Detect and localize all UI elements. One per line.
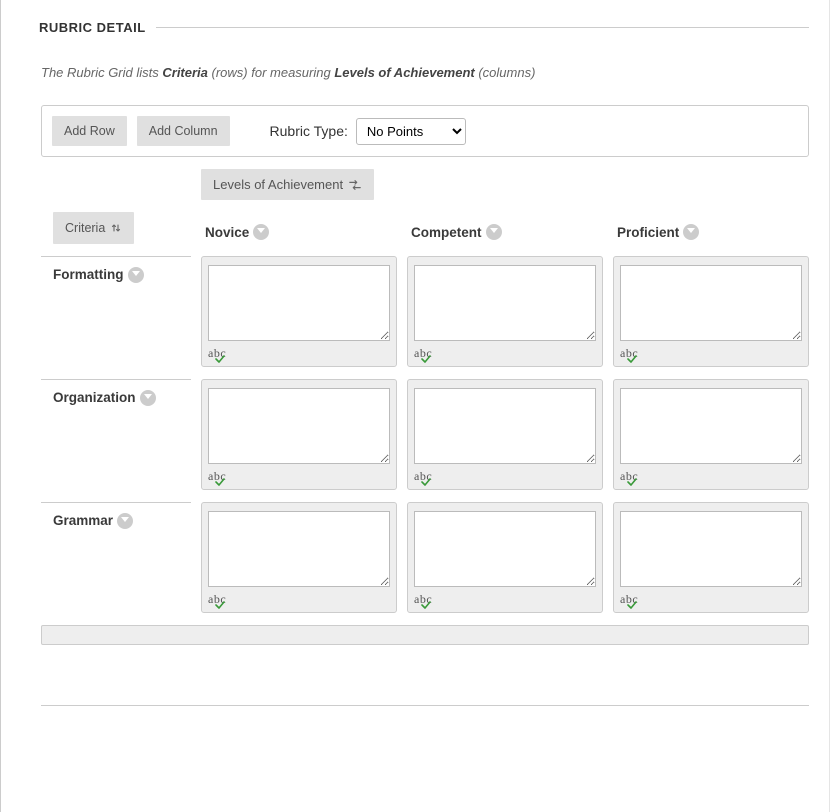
spellcheck-button[interactable]: abc xyxy=(620,345,802,362)
add-row-button[interactable]: Add Row xyxy=(52,116,127,146)
level-header: Competent xyxy=(407,224,603,244)
rubric-cell: abc xyxy=(201,256,397,367)
rubric-cell-textarea[interactable] xyxy=(208,511,390,587)
rubric-cell-textarea[interactable] xyxy=(208,265,390,341)
rubric-cell-textarea[interactable] xyxy=(414,511,596,587)
rubric-row: Grammar abc abc abc xyxy=(41,502,809,613)
rubric-description: The Rubric Grid lists Criteria (rows) fo… xyxy=(41,65,809,80)
check-icon xyxy=(627,476,637,486)
rubric-cell: abc xyxy=(613,502,809,613)
spellcheck-button[interactable]: abc xyxy=(208,591,390,608)
chevron-down-icon[interactable] xyxy=(683,224,699,240)
rubric-cell-textarea[interactable] xyxy=(208,388,390,464)
criteria-sort-button[interactable]: Criteria xyxy=(53,212,134,244)
rubric-cell: abc xyxy=(613,379,809,490)
spellcheck-button[interactable]: abc xyxy=(208,468,390,485)
rubric-row: Organization abc abc abc xyxy=(41,379,809,490)
sort-updown-icon xyxy=(110,222,122,234)
levels-of-achievement-button[interactable]: Levels of Achievement xyxy=(201,169,374,200)
chevron-down-icon[interactable] xyxy=(117,513,133,529)
rubric-toolbar: Add Row Add Column Rubric Type: No Point… xyxy=(41,105,809,157)
divider xyxy=(156,27,809,28)
criteria-name-label: Formatting xyxy=(53,267,124,282)
rubric-cell-textarea[interactable] xyxy=(620,388,802,464)
grid-footer-bar xyxy=(41,625,809,645)
rubric-cell-textarea[interactable] xyxy=(620,511,802,587)
level-name-label: Competent xyxy=(411,225,482,240)
rubric-cell-textarea[interactable] xyxy=(414,388,596,464)
check-icon xyxy=(421,476,431,486)
criteria-label: Grammar xyxy=(41,502,191,613)
check-icon xyxy=(627,353,637,363)
criteria-name-label: Organization xyxy=(53,390,136,405)
spellcheck-button[interactable]: abc xyxy=(414,468,596,485)
rubric-cell-textarea[interactable] xyxy=(620,265,802,341)
rubric-type-label: Rubric Type: xyxy=(270,123,348,139)
spellcheck-button[interactable]: abc xyxy=(620,468,802,485)
check-icon xyxy=(215,353,225,363)
spellcheck-button[interactable]: abc xyxy=(414,345,596,362)
criteria-name-label: Grammar xyxy=(53,513,113,528)
check-icon xyxy=(421,599,431,609)
check-icon xyxy=(215,476,225,486)
rubric-grid: Levels of Achievement Criteria Novice Com… xyxy=(41,169,809,645)
swap-arrows-icon xyxy=(348,178,362,192)
chevron-down-icon[interactable] xyxy=(253,224,269,240)
check-icon xyxy=(215,599,225,609)
spellcheck-button[interactable]: abc xyxy=(620,591,802,608)
rubric-cell: abc xyxy=(407,502,603,613)
section-title: RUBRIC DETAIL xyxy=(39,20,146,35)
criteria-label: Organization xyxy=(41,379,191,490)
rubric-cell: abc xyxy=(407,379,603,490)
rubric-cell-textarea[interactable] xyxy=(414,265,596,341)
rubric-cell: abc xyxy=(201,502,397,613)
rubric-type-select[interactable]: No Points xyxy=(356,118,466,145)
check-icon xyxy=(421,353,431,363)
rubric-cell: abc xyxy=(613,256,809,367)
level-header: Novice xyxy=(201,224,397,244)
check-icon xyxy=(627,599,637,609)
rubric-row: Formatting abc abc abc xyxy=(41,256,809,367)
level-name-label: Proficient xyxy=(617,225,679,240)
spellcheck-button[interactable]: abc xyxy=(414,591,596,608)
level-name-label: Novice xyxy=(205,225,249,240)
chevron-down-icon[interactable] xyxy=(486,224,502,240)
chevron-down-icon[interactable] xyxy=(128,267,144,283)
criteria-label: Formatting xyxy=(41,256,191,367)
rubric-cell: abc xyxy=(201,379,397,490)
rubric-cell: abc xyxy=(407,256,603,367)
spellcheck-button[interactable]: abc xyxy=(208,345,390,362)
divider xyxy=(41,705,809,706)
chevron-down-icon[interactable] xyxy=(140,390,156,406)
add-column-button[interactable]: Add Column xyxy=(137,116,230,146)
level-header: Proficient xyxy=(613,224,809,244)
